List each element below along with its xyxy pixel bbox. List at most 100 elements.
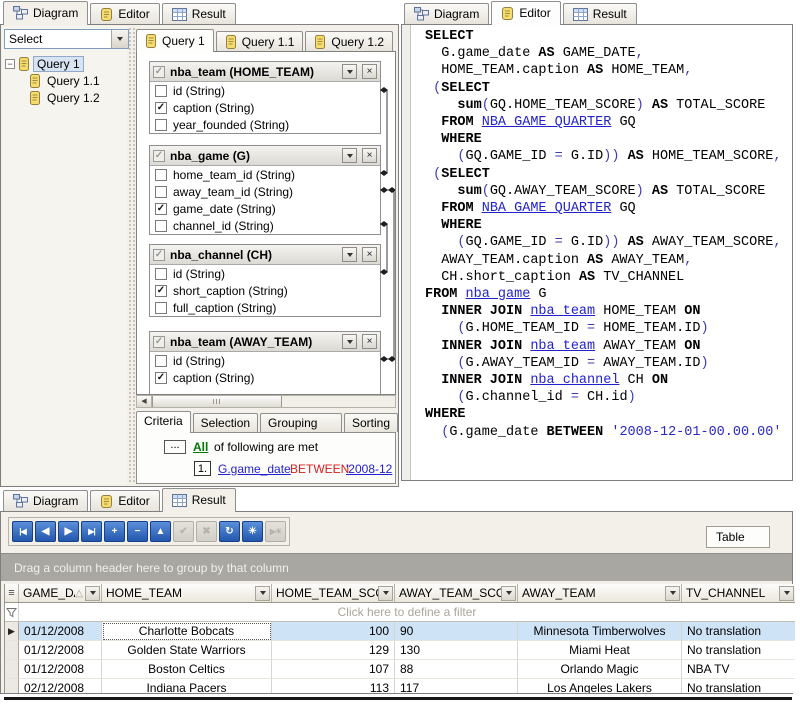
tab-grouping-criteria[interactable]: Grouping criteria xyxy=(260,413,342,432)
criteria-operator-link[interactable]: BETWEEN xyxy=(290,462,349,476)
column-header-away-team[interactable]: AWAY_TEAM xyxy=(518,584,682,602)
delete-record-button[interactable]: − xyxy=(127,521,148,542)
filter-row[interactable]: Click here to define a filter xyxy=(5,603,795,622)
cell[interactable]: Minnesota Timberwolves xyxy=(518,622,682,641)
tab-criteria[interactable]: Criteria xyxy=(136,411,191,433)
tab-editor[interactable]: Editor xyxy=(491,1,560,25)
first-button[interactable]: |◀ xyxy=(12,521,33,542)
sql-line: (SELECT xyxy=(425,80,792,97)
cell[interactable]: 107 xyxy=(272,660,395,679)
cell[interactable]: Orlando Magic xyxy=(518,660,682,679)
cell[interactable]: 117 xyxy=(395,679,518,693)
sql-text[interactable]: SELECT G.game_date AS GAME_DATE, HOME_TE… xyxy=(412,28,792,480)
table-row[interactable]: ▶01/12/2008Charlotte Bobcats10090Minneso… xyxy=(5,622,795,641)
fetch-all-button[interactable]: ☀ xyxy=(242,521,263,542)
cell[interactable]: No translation xyxy=(682,679,795,693)
builder-tabbar: Diagram EditorResult xyxy=(0,0,399,24)
column-header-home-team-score[interactable]: HOME_TEAM_SCORE xyxy=(272,584,395,602)
table-row[interactable]: 01/12/2008Golden State Warriors129130Mia… xyxy=(5,641,795,660)
tab-selection[interactable]: Selection xyxy=(193,413,258,432)
scroll-left-button[interactable]: ◀ xyxy=(137,396,152,407)
cell[interactable]: 90 xyxy=(395,622,518,641)
diagram-canvas[interactable]: ✓nba_team (HOME_TEAM)×id (String)✓captio… xyxy=(136,51,396,395)
row-indicator xyxy=(5,660,19,679)
cell[interactable]: 88 xyxy=(395,660,518,679)
edit-record-button[interactable]: ▲ xyxy=(150,521,171,542)
tab-query-1-2[interactable]: Query 1.2 xyxy=(305,31,393,51)
refresh-button[interactable]: ↻ xyxy=(219,521,240,542)
cell[interactable]: Charlotte Bobcats xyxy=(102,622,272,641)
cell[interactable]: Golden State Warriors xyxy=(102,641,272,660)
tree-item-query-1[interactable]: −Query 1 xyxy=(3,55,127,72)
scroll-thumb[interactable] xyxy=(152,396,282,407)
filter-dropdown-button[interactable] xyxy=(378,586,393,601)
tab-diagram[interactable]: Diagram xyxy=(404,3,489,24)
query-type-select[interactable]: Select xyxy=(4,29,129,49)
tab-label: Editor xyxy=(519,6,550,20)
table-row[interactable]: 02/12/2008Indiana Pacers113117Los Angele… xyxy=(5,679,795,693)
filter-dropdown-button[interactable] xyxy=(665,586,680,601)
cell[interactable]: 01/12/2008 xyxy=(19,622,102,641)
criteria-value-link[interactable]: '2008-12 xyxy=(346,462,392,476)
cell[interactable]: Indiana Pacers xyxy=(102,679,272,693)
cell[interactable]: 01/12/2008 xyxy=(19,641,102,660)
tab-query-1-1[interactable]: Query 1.1 xyxy=(216,31,304,51)
column-header-home-team[interactable]: HOME_TEAM xyxy=(102,584,272,602)
column-chooser-cell[interactable]: ≡ xyxy=(5,584,19,602)
table-row[interactable]: 01/12/2008Boston Celtics10788Orlando Mag… xyxy=(5,660,795,679)
cell[interactable]: 01/12/2008 xyxy=(19,660,102,679)
query-type-value: Select xyxy=(5,32,111,46)
cell[interactable]: 113 xyxy=(272,679,395,693)
post-edit-button[interactable]: ✔ xyxy=(173,521,194,542)
column-header-game-da[interactable]: GAME_DA△ xyxy=(19,584,102,602)
column-header-tv-channel[interactable]: TV_CHANNEL xyxy=(682,584,795,602)
cell[interactable]: 02/12/2008 xyxy=(19,679,102,693)
filter-dropdown-button[interactable] xyxy=(501,586,516,601)
tab-sorting[interactable]: Sorting xyxy=(344,413,398,432)
tab-result[interactable]: Result xyxy=(162,3,236,24)
group-by-bar[interactable]: Drag a column header here to group by th… xyxy=(1,553,792,581)
doc-icon xyxy=(145,34,157,48)
cell[interactable]: No translation xyxy=(682,622,795,641)
cell[interactable]: Los Angeles Lakers xyxy=(518,679,682,693)
filter-dropdown-button[interactable] xyxy=(85,586,100,601)
column-label: GAME_DA xyxy=(23,586,75,600)
next-button[interactable]: ▶ xyxy=(58,521,79,542)
collapse-toggle-icon[interactable]: − xyxy=(5,59,15,69)
filter-dropdown-button[interactable] xyxy=(255,586,270,601)
insert-record-button[interactable]: + xyxy=(104,521,125,542)
cell[interactable]: No translation xyxy=(682,641,795,660)
filter-prompt[interactable]: Click here to define a filter xyxy=(19,605,795,619)
tab-result[interactable]: Result xyxy=(162,488,236,512)
filter-icon-cell[interactable] xyxy=(5,603,19,621)
criteria-field-link[interactable]: G.game_date xyxy=(218,462,291,476)
column-header-away-team-score[interactable]: AWAY_TEAM_SCORE xyxy=(395,584,518,602)
pane-splitter[interactable] xyxy=(128,27,136,484)
cell[interactable]: Miami Heat xyxy=(518,641,682,660)
tab-diagram[interactable]: Diagram xyxy=(3,490,88,511)
canvas-hscrollbar[interactable]: ◀ xyxy=(136,395,396,408)
tab-editor[interactable]: Editor xyxy=(90,3,159,24)
filter-dropdown-button[interactable] xyxy=(779,586,794,601)
cell[interactable]: 129 xyxy=(272,641,395,660)
tab-result[interactable]: Result xyxy=(563,3,637,24)
tab-editor[interactable]: Editor xyxy=(90,490,159,511)
cell[interactable]: NBA TV xyxy=(682,660,795,679)
cell[interactable]: Boston Celtics xyxy=(102,660,272,679)
tab-label: Diagram xyxy=(33,6,78,20)
criteria-all-link[interactable]: All xyxy=(193,440,208,454)
tree-item-query-1-2[interactable]: Query 1.2 xyxy=(3,89,127,106)
view-mode-button[interactable]: Table xyxy=(706,526,770,548)
tree-item-query-1-1[interactable]: Query 1.1 xyxy=(3,72,127,89)
sort-ascending-icon: △ xyxy=(75,588,83,599)
tab-diagram[interactable]: Diagram xyxy=(3,1,88,25)
tab-query-1[interactable]: Query 1 xyxy=(136,29,214,52)
criteria-options-button[interactable]: ... xyxy=(164,440,186,454)
prior-button[interactable]: ◀ xyxy=(35,521,56,542)
cancel-edit-button[interactable]: ✖ xyxy=(196,521,217,542)
cell[interactable]: 130 xyxy=(395,641,518,660)
last-button[interactable]: ▶| xyxy=(81,521,102,542)
combo-dropdown-button[interactable] xyxy=(111,30,128,48)
cell[interactable]: 100 xyxy=(272,622,395,641)
fetch-next-button[interactable]: ▶☀ xyxy=(265,521,286,542)
